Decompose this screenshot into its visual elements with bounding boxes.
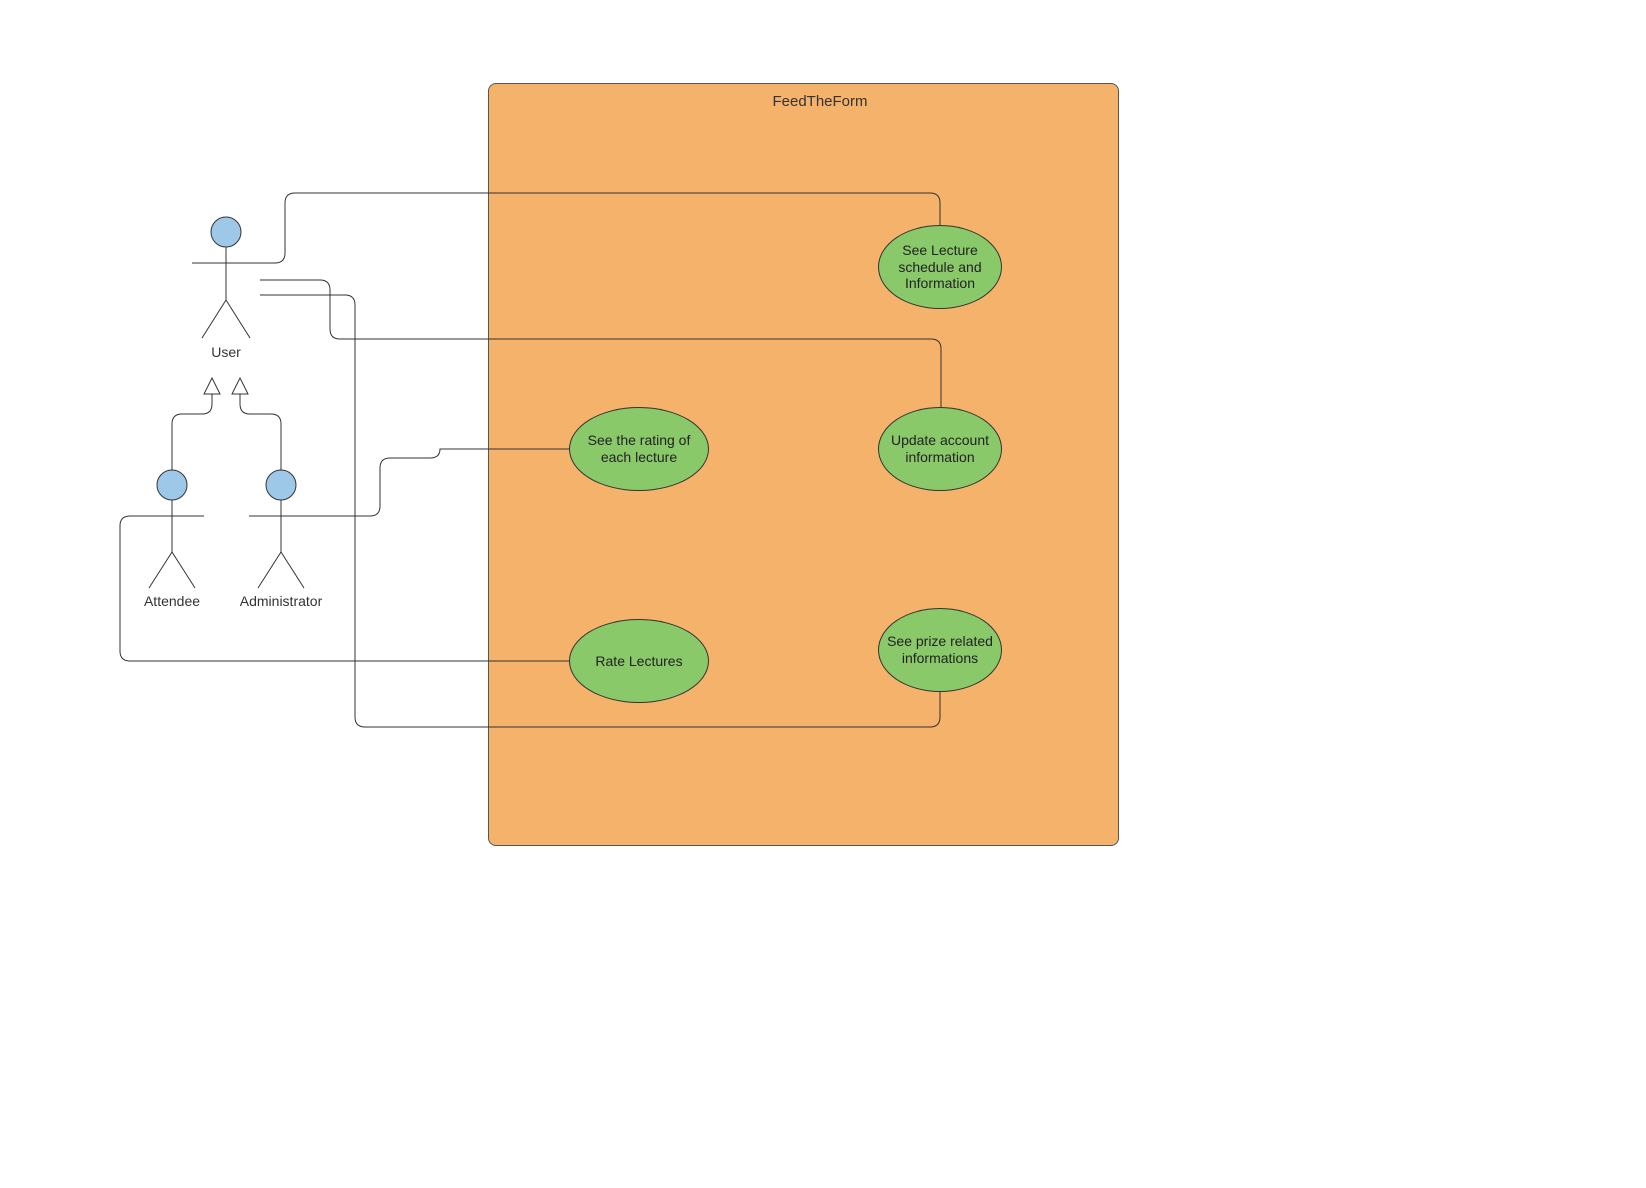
generalization-attendee-user [172,378,220,470]
actor-administrator-figure [249,470,313,588]
actor-user-figure [192,217,260,338]
actor-attendee-figure [140,470,204,588]
actor-administrator-label: Administrator [235,593,327,609]
usecase-rate-lectures: Rate Lectures [569,619,709,703]
actor-user-label: User [200,344,252,360]
generalization-admin-user [232,378,281,470]
system-title: FeedTheForm [760,93,880,110]
usecase-see-prize: See prize related informations [878,608,1002,692]
usecase-see-lecture: See Lecture schedule and Information [878,225,1002,309]
actor-attendee-label: Attendee [142,593,202,609]
usecase-update-account: Update account information [878,407,1002,491]
diagram-canvas: FeedTheForm [0,0,1646,1188]
usecase-see-rating: See the rating of each lecture [569,407,709,491]
